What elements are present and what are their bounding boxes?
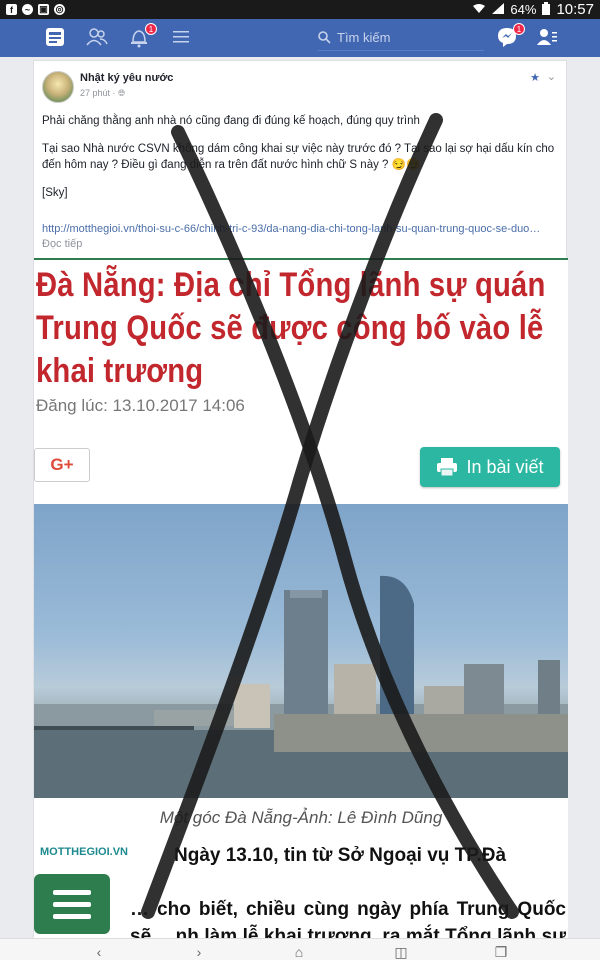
post-header: Nhật ký yêu nước 27 phút · 🌐︎ ★ ⌄ <box>42 69 562 109</box>
bottom-nav-bar: ‹ › ⌂ ◫ ❐ <box>0 938 600 960</box>
author-avatar[interactable] <box>42 71 74 103</box>
back-arrow-icon[interactable]: ‹ <box>88 945 110 959</box>
post-card: Nhật ký yêu nước 27 phút · 🌐︎ ★ ⌄ Phải c… <box>33 60 568 960</box>
search-placeholder: Tìm kiếm <box>337 30 391 45</box>
signal-icon <box>492 2 505 17</box>
printer-icon <box>437 458 458 477</box>
google-plus-button: G+ <box>34 448 90 482</box>
article-headline: Đà Nẵng: Địa chỉ Tổng lãnh sự quán Trung… <box>36 266 546 390</box>
notifications-icon[interactable]: 1 <box>128 23 157 50</box>
search-icon <box>318 31 331 44</box>
gallery-notification-icon: ▣ <box>38 4 49 15</box>
post-text: Phải chăng thằng anh nhà nó cũng đang đi… <box>42 113 562 213</box>
print-article-button: In bài viết <box>420 447 560 487</box>
print-label: In bài viết <box>466 456 544 477</box>
article-body-line: Ngày 13.10, tin từ Sở Ngoại vụ TP.Đà <box>174 845 507 866</box>
battery-icon <box>542 1 551 18</box>
author-name[interactable]: Nhật ký yêu nước <box>80 72 173 84</box>
status-notification-icons: f ~ ▣ ◎ <box>6 4 65 15</box>
clock: 10:57 <box>556 1 594 18</box>
status-bar: f ~ ▣ ◎ 64% 10:57 <box>0 0 600 19</box>
globe-icon: 🌐︎ <box>118 88 126 98</box>
chevron-down-icon[interactable]: ⌄ <box>547 70 556 83</box>
post-link[interactable]: http://motthegioi.vn/thoi-su-c-66/chinh-… <box>42 222 560 252</box>
forward-arrow-icon[interactable]: › <box>188 945 210 959</box>
post-paragraph: Phải chăng thằng anh nhà nó cũng đang đi… <box>42 115 420 127</box>
tabs-icon[interactable]: ❐ <box>490 945 512 959</box>
friend-requests-icon[interactable] <box>86 26 110 50</box>
hamburger-menu-icon <box>34 874 110 934</box>
profile-menu-icon[interactable] <box>536 26 560 50</box>
star-icon[interactable]: ★ <box>530 71 540 84</box>
facebook-top-bar: 1 Tìm kiếm 1 <box>0 19 600 57</box>
read-more-link[interactable]: Đọc tiếp <box>42 238 82 250</box>
facebook-notification-icon: f <box>6 4 17 15</box>
messages-badge: 1 <box>513 23 525 35</box>
messenger-icon[interactable]: 1 <box>496 23 525 50</box>
bookmarks-icon[interactable]: ◫ <box>390 945 412 959</box>
chrome-notification-icon: ◎ <box>54 4 65 15</box>
post-paragraph: Tại sao Nhà nước CSVN không dám công kha… <box>42 143 555 171</box>
news-feed-icon[interactable] <box>44 26 68 50</box>
screen: f ~ ▣ ◎ 64% 10:57 1 Tìm kiếm 1 Nhật ký y… <box>0 0 600 960</box>
menu-icon[interactable] <box>170 26 194 50</box>
search-field[interactable]: Tìm kiếm <box>318 25 484 51</box>
wifi-icon <box>472 2 486 17</box>
home-icon[interactable]: ⌂ <box>288 945 310 959</box>
article-image[interactable]: Đà Nẵng: Địa chỉ Tổng lãnh sự quán Trung… <box>34 260 568 960</box>
photo-caption: Một góc Đà Nẵng-Ảnh: Lê Đình Dũng <box>159 808 443 827</box>
link-url[interactable]: http://motthegioi.vn/thoi-su-c-66/chinh-… <box>42 223 540 235</box>
article-date: Đăng lúc: 13.10.2017 14:06 <box>36 396 245 415</box>
source-logo: MOTTHEGIOI.VN <box>40 846 128 858</box>
notification-badge: 1 <box>145 23 157 35</box>
messenger-notification-icon: ~ <box>22 4 33 15</box>
battery-percent: 64% <box>510 2 537 17</box>
status-right: 64% 10:57 <box>472 1 594 18</box>
post-meta: 27 phút · 🌐︎ <box>80 88 125 99</box>
city-photo <box>34 504 568 798</box>
post-time[interactable]: 27 phút <box>80 88 110 98</box>
post-paragraph: [Sky] <box>42 187 68 199</box>
